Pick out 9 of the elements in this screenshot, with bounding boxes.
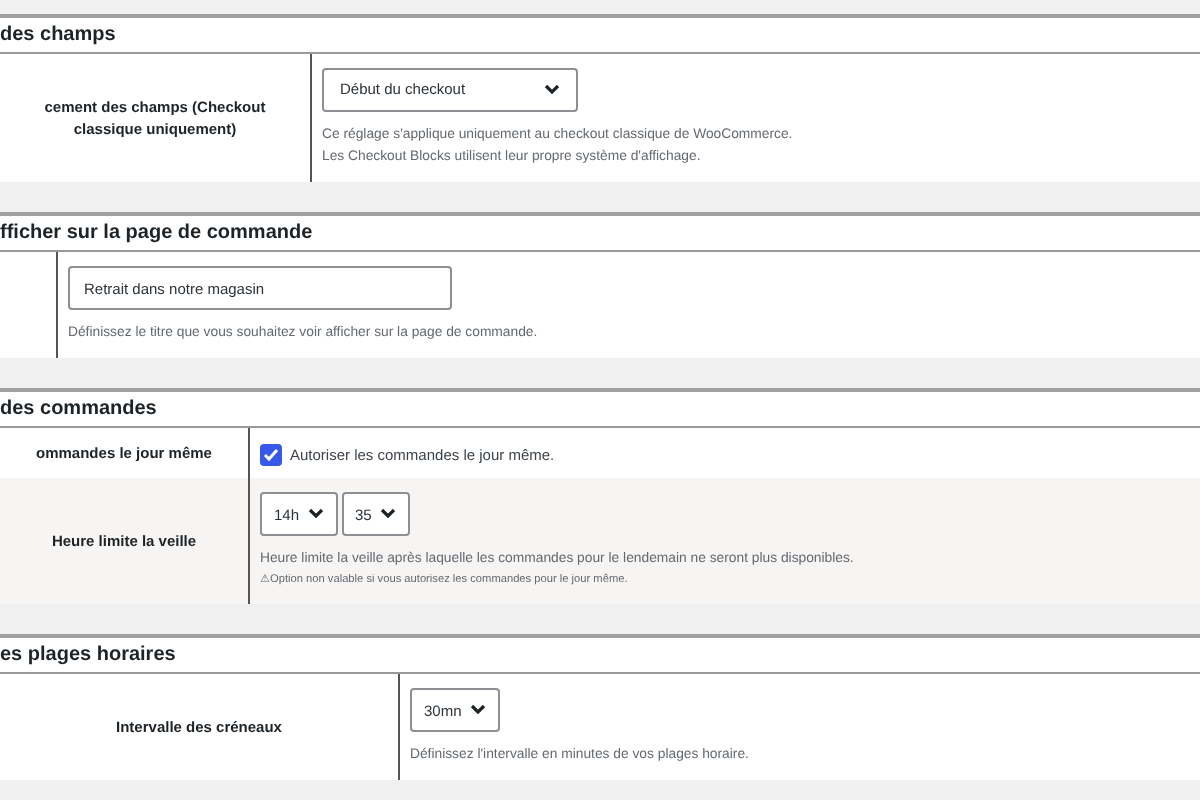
section-title: fficher sur la page de commande bbox=[0, 216, 1200, 252]
caret-icon bbox=[469, 704, 486, 717]
section-title: es plages horaires bbox=[0, 638, 1200, 675]
section-title: des commandes bbox=[0, 392, 1200, 428]
caret-icon bbox=[379, 508, 396, 521]
checkbox[interactable] bbox=[260, 444, 282, 467]
section-title: des champs bbox=[0, 18, 1200, 54]
caret-icon bbox=[544, 84, 560, 96]
caret-icon bbox=[307, 508, 324, 521]
